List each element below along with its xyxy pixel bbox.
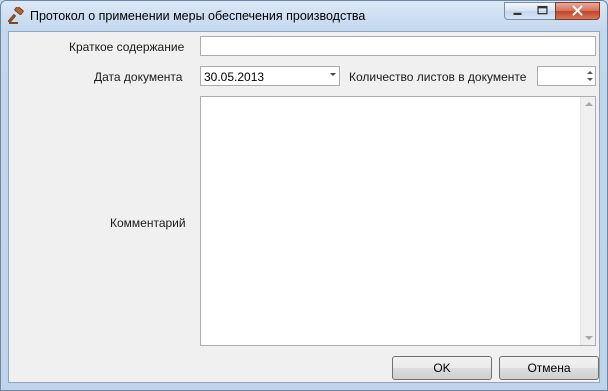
spin-up-icon[interactable] xyxy=(587,71,593,74)
summary-input[interactable] xyxy=(200,36,596,56)
minimize-button[interactable] xyxy=(504,2,531,20)
maximize-button[interactable] xyxy=(530,2,556,20)
dialog-client-area: Краткое содержание Дата документа 30.05.… xyxy=(8,31,600,383)
cancel-button[interactable]: Отмена xyxy=(499,356,599,380)
comment-textarea[interactable] xyxy=(200,96,596,346)
spin-down-icon[interactable] xyxy=(587,78,593,81)
scroll-up-icon[interactable] xyxy=(585,102,593,106)
minimize-icon xyxy=(513,12,522,15)
title-bar[interactable]: Протокол о применении меры обеспечения п… xyxy=(1,1,607,31)
scroll-down-icon[interactable] xyxy=(585,336,593,340)
maximize-icon xyxy=(537,5,548,15)
close-button[interactable] xyxy=(555,2,600,20)
chevron-down-icon[interactable] xyxy=(330,73,336,76)
window-title: Протокол о применении меры обеспечения п… xyxy=(30,9,366,23)
comment-scrollbar[interactable] xyxy=(580,97,595,345)
dialog-window: Протокол о применении меры обеспечения п… xyxy=(0,0,608,391)
date-picker[interactable]: 30.05.2013 xyxy=(200,66,340,86)
summary-label: Краткое содержание xyxy=(69,40,185,54)
ok-button[interactable]: OK xyxy=(392,356,492,380)
pages-stepper[interactable] xyxy=(537,66,596,86)
comment-label: Комментарий xyxy=(110,216,186,230)
gavel-icon xyxy=(7,6,26,25)
close-icon xyxy=(572,5,583,16)
pages-label: Количество листов в документе xyxy=(349,70,527,84)
date-value: 30.05.2013 xyxy=(204,70,265,84)
date-label: Дата документа xyxy=(94,70,183,84)
